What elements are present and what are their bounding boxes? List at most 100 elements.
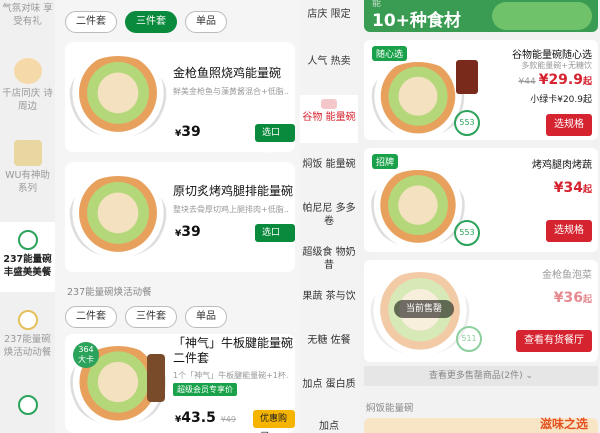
- item-price-suffix-2: 起: [582, 185, 592, 195]
- more-sold-out-text: 查看更多售罄商品(2件): [428, 371, 523, 381]
- item-old-price-1: ¥44: [518, 77, 536, 87]
- item-tag-1: 随心选: [372, 46, 408, 61]
- right-nav-item-9[interactable]: 加点 蛋白质: [300, 378, 358, 391]
- right-nav-item-4[interactable]: 焖饭 能量碗: [300, 158, 358, 171]
- chip-three-set[interactable]: 三件套: [125, 11, 177, 33]
- item-price-1: ¥44 ¥29.9起: [518, 72, 593, 88]
- left-nav-label-2: 千店同庆 诗周边: [2, 88, 53, 112]
- item-image-1: [370, 62, 466, 138]
- item-price-value-2: 34: [563, 180, 583, 196]
- product-card-2[interactable]: 原切炙烤鸡腿排能量碗 整块去骨厚切鸡上腿排肉+低脂... ¥39 选口味: [65, 162, 295, 272]
- product-title-3: 「神气」牛板腱能量碗二件套: [173, 336, 294, 365]
- select-spec-button-1[interactable]: 选规格: [546, 114, 592, 136]
- right-nav-item-1[interactable]: 店庆 限定: [300, 8, 358, 21]
- green-card-price: 小绿卡¥20.9起: [530, 95, 592, 105]
- sandwich-icon: [13, 140, 42, 166]
- select-spec-button-2[interactable]: 选规格: [546, 220, 592, 242]
- chip-three-set-2[interactable]: 三件套: [125, 306, 177, 328]
- item-price-value-1: 29.9: [548, 72, 583, 88]
- calorie-value: 364: [78, 345, 94, 354]
- product-image-1: [69, 56, 167, 138]
- right-panel: 店庆 限定 人气 热卖 谷物 能量碗 焖饭 能量碗 帕尼尼 多多卷 超级食 物奶…: [300, 0, 600, 433]
- item-price-2: ¥34起: [553, 180, 592, 196]
- right-nav-label-4: 焖饭 能量碗: [302, 159, 356, 170]
- product-price-value-1: 39: [181, 124, 201, 140]
- banner-image: [492, 2, 592, 30]
- member-price-tag: 超级会员专享价: [173, 383, 237, 396]
- right-nav-item-6[interactable]: 超级食 物奶昔: [300, 246, 358, 272]
- left-nav-label-1: 气氛对味 享受有礼: [2, 3, 53, 27]
- right-category-nav: 店庆 限定 人气 热卖 谷物 能量碗 焖饭 能量碗 帕尼尼 多多卷 超级食 物奶…: [300, 0, 358, 433]
- left-nav-item-2[interactable]: 千店同庆 诗周边: [0, 58, 55, 113]
- left-panel: 气氛对味 享受有礼 千店同庆 诗周边 WU有神助 系列 237能量碗 丰盛美美餐…: [0, 0, 300, 433]
- chip-single[interactable]: 单品: [185, 11, 227, 33]
- right-main: 能 10+种食材 随心选 553 谷物能量碗随心选 多款能量碗+无糖饮 ¥44 ¥…: [360, 0, 600, 433]
- right-nav-item-5[interactable]: 帕尼尼 多多卷: [300, 202, 358, 228]
- item-price-3: ¥36起: [553, 290, 592, 306]
- menu-item-1[interactable]: 随心选 553 谷物能量碗随心选 多款能量碗+无糖饮 ¥44 ¥29.9起 小绿卡…: [364, 40, 598, 140]
- left-nav-label-4: 237能量碗 丰盛美美餐: [3, 254, 52, 278]
- product-price-3: ¥43.5 ¥49: [175, 410, 236, 426]
- chevron-down-icon: ⌄: [525, 371, 534, 381]
- promo-card-bottom[interactable]: 滋味之选: [364, 417, 598, 433]
- promo-banner[interactable]: 能 10+种食材: [364, 0, 598, 32]
- left-chip-group-top: 二件套 三件套 单品: [65, 11, 227, 33]
- sold-out-overlay: 当前售罄: [394, 300, 454, 318]
- bowl-tag-icon: [321, 99, 337, 109]
- right-nav-item-10[interactable]: 加点: [300, 420, 358, 433]
- right-nav-label-7: 果蔬 茶与饮: [302, 291, 356, 302]
- product-card-1[interactable]: 金枪鱼照烧鸡能量碗 鲜美金枪鱼与藻黄酱混合+低脂... ¥39 选口味: [65, 42, 295, 156]
- product-image-2: [69, 176, 167, 258]
- product-desc-2: 整块去骨厚切鸡上腿排肉+低脂...: [173, 205, 289, 214]
- calorie-badge: 364 大卡: [73, 342, 99, 368]
- item-title-1: 谷物能量碗随心选: [512, 50, 592, 61]
- item-price-suffix-3: 起: [582, 295, 592, 305]
- item-title-2: 烤鸡腿肉烤蔬: [532, 160, 592, 171]
- left-chip-group-mid: 二件套 三件套 单品: [65, 306, 227, 328]
- right-nav-item-3[interactable]: 谷物 能量碗: [300, 95, 358, 143]
- menu-item-2[interactable]: 招牌 553 烤鸡腿肉烤蔬 ¥34起 选规格: [364, 148, 598, 252]
- menu-item-3[interactable]: 当前售罄 511 金枪鱼泡菜 ¥36起 查看有货餐厅: [364, 260, 598, 362]
- product-title-1: 金枪鱼照烧鸡能量碗: [173, 66, 282, 80]
- chip-single-2[interactable]: 单品: [185, 306, 227, 328]
- choose-flavor-button-1[interactable]: 选口味: [255, 124, 295, 156]
- left-category-nav: 气氛对味 享受有礼 千店同庆 诗周边 WU有神助 系列 237能量碗 丰盛美美餐…: [0, 0, 55, 433]
- left-nav-item-5[interactable]: 237能量碗 焕活动动餐: [0, 310, 55, 359]
- left-nav-label-5: 237能量碗 焕活动动餐: [3, 334, 52, 358]
- left-nav-item-4[interactable]: 237能量碗 丰盛美美餐: [0, 222, 55, 292]
- left-main: 二件套 三件套 单品 金枪鱼照烧鸡能量碗 鲜美金枪鱼与藻黄酱混合+低脂... ¥…: [57, 0, 300, 433]
- product-card-3[interactable]: 364 大卡 「神气」牛板腱能量碗二件套 1个「神气」牛板腱能量碗+1杯... 超…: [65, 334, 295, 433]
- product-price-2: ¥39: [175, 224, 201, 240]
- calorie-unit: 大卡: [78, 355, 94, 364]
- left-nav-item-1[interactable]: 气氛对味 享受有礼: [0, 2, 55, 28]
- chip-two-set-2[interactable]: 二件套: [65, 306, 117, 328]
- banner-title: 10+种食材: [372, 11, 461, 31]
- calorie-chip-3: 511: [456, 326, 482, 352]
- product-price-1: ¥39: [175, 124, 201, 140]
- clock-icon: [17, 395, 38, 415]
- view-stores-button[interactable]: 查看有货餐厅: [516, 330, 592, 352]
- activity-icon: [17, 310, 38, 330]
- more-sold-out-link[interactable]: 查看更多售罄商品(2件) ⌄: [364, 366, 598, 386]
- right-nav-label-6: 超级食 物奶昔: [302, 247, 356, 271]
- left-nav-item-3[interactable]: WU有神助 系列: [0, 140, 55, 195]
- left-nav-item-6[interactable]: [0, 395, 55, 418]
- right-nav-item-7[interactable]: 果蔬 茶与饮: [300, 290, 358, 303]
- discount-buy-button[interactable]: 优惠购买: [253, 410, 295, 433]
- item-image-2: [370, 170, 466, 248]
- product-price-value-3: 43.5: [181, 410, 216, 426]
- right-nav-item-8[interactable]: 无糖 佐餐: [300, 334, 358, 347]
- item-price-value-3: 36: [563, 290, 583, 306]
- right-nav-label-10: 加点: [319, 421, 339, 432]
- right-nav-label-2: 人气 热卖: [307, 56, 351, 67]
- chip-two-set[interactable]: 二件套: [65, 11, 117, 33]
- right-nav-label-9: 加点 蛋白质: [302, 379, 356, 390]
- item-tag-2: 招牌: [372, 154, 399, 169]
- choose-flavor-button-2[interactable]: 选口味: [255, 224, 295, 256]
- promo-bottom-text: 滋味之选: [539, 417, 588, 431]
- section-title-2: 焖饭能量碗: [366, 403, 414, 414]
- right-nav-label-3: 谷物 能量碗: [302, 112, 356, 123]
- right-nav-item-2[interactable]: 人气 热卖: [300, 55, 358, 68]
- old-price: ¥49: [220, 415, 236, 424]
- product-desc-1: 鲜美金枪鱼与藻黄酱混合+低脂...: [173, 87, 289, 96]
